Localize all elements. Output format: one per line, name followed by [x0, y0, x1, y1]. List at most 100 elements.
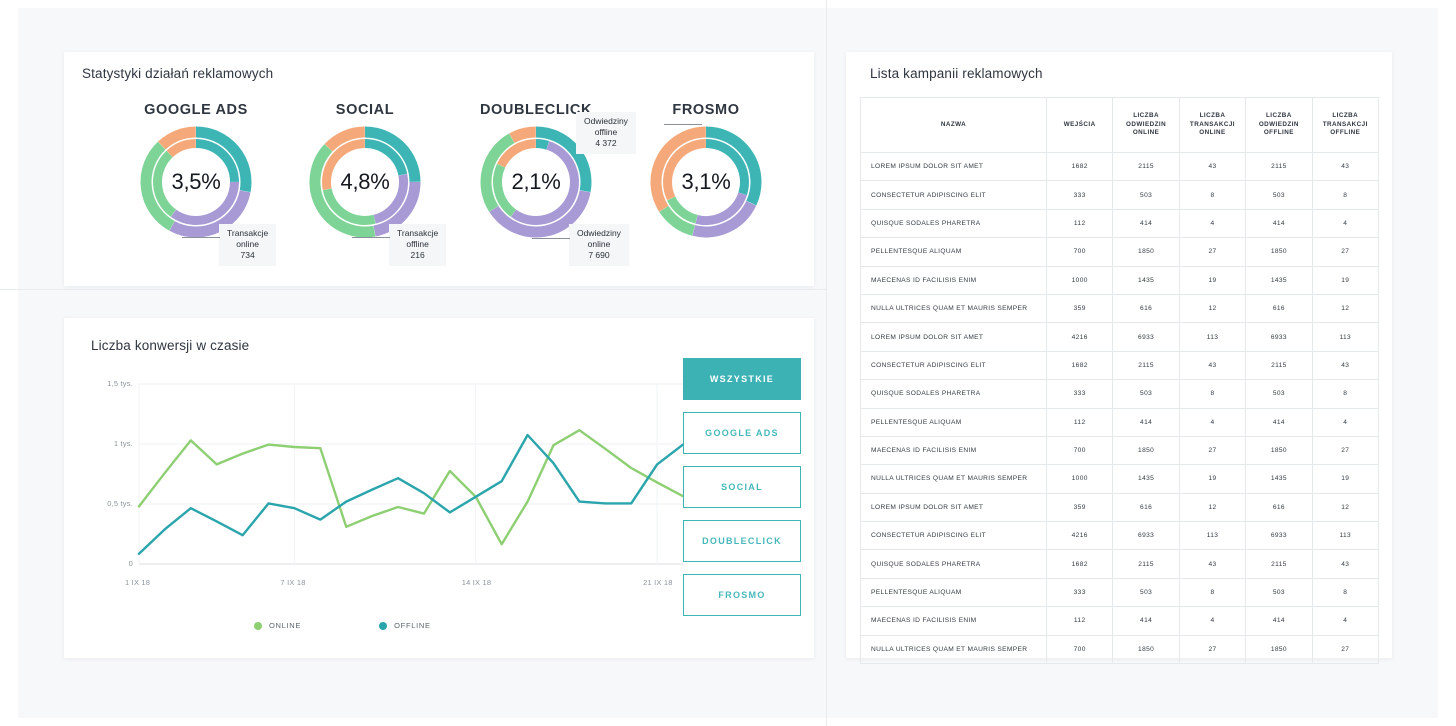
table-row[interactable]: NULLA ULTRICES QUAM ET MAURIS SEMPER 359 6… — [860, 293, 1379, 324]
table-cell-value: 1682 — [1045, 549, 1114, 579]
table-cell-value: 359 — [1045, 293, 1114, 324]
table-cell-value: 12 — [1178, 492, 1247, 523]
table-cell-value: 414 — [1112, 606, 1180, 636]
table-row[interactable]: QUISQUE SODALES PHARETRA 1682 2115 43 2115 43 — [860, 549, 1379, 579]
table-cell-value: 414 — [1245, 606, 1313, 636]
table-row[interactable]: NULLA ULTRICES QUAM ET MAURIS SEMPER 700 1… — [860, 634, 1379, 665]
table-cell-value: 414 — [1245, 208, 1313, 239]
table-cell-value: 2115 — [1245, 151, 1313, 182]
donut-segment-offline-transactions — [166, 139, 197, 158]
campaign-table-title: Lista kampanii reklamowych — [870, 66, 1043, 81]
table-cell-value: 414 — [1112, 208, 1180, 239]
donut-segment-online-visits — [535, 139, 550, 150]
line-series-online — [137, 429, 685, 546]
table-column-header: WEJŚCIA — [1045, 97, 1114, 153]
filter-button-frosmo[interactable]: FROSMO — [683, 574, 801, 616]
legend-color-dot — [254, 621, 262, 630]
table-cell-value: 503 — [1112, 577, 1180, 608]
table-cell-value: 1000 — [1045, 265, 1114, 295]
table-row[interactable]: CONSECTETUR ADIPISCING ELIT 1682 2115 43 211… — [860, 350, 1379, 381]
table-cell-value: 19 — [1311, 265, 1379, 295]
table-row[interactable]: QUISQUE SODALES PHARETRA 112 414 4 414 4 — [860, 208, 1379, 239]
table-cell-value: 113 — [1311, 521, 1379, 551]
legend-item-online: ONLINE — [254, 621, 301, 630]
table-cell-name: MAECENAS ID FACILISIS ENIM — [860, 265, 1047, 295]
table-column-header: LICZBA TRANSAKCJI OFFLINE — [1311, 97, 1379, 153]
table-cell-value: 113 — [1178, 322, 1247, 352]
table-cell-value: 4 — [1311, 606, 1379, 636]
table-cell-value: 503 — [1245, 577, 1313, 608]
donut-segment-offline-transactions — [509, 126, 537, 144]
legend-label: ONLINE — [269, 621, 302, 630]
table-cell-value: 2115 — [1112, 549, 1180, 579]
callout-leader-line — [664, 124, 702, 125]
table-row[interactable]: PELLENTESQUE ALIQUAM 700 1850 27 1850 27 — [860, 237, 1379, 267]
donut-segment-online-transactions — [510, 141, 579, 225]
table-cell-value: 503 — [1245, 379, 1313, 409]
table-cell-value: 2115 — [1245, 549, 1313, 579]
filter-button-social[interactable]: SOCIAL — [683, 466, 801, 508]
table-cell-value: 1850 — [1245, 237, 1313, 267]
table-cell-value: 12 — [1311, 492, 1379, 523]
table-cell-value: 1435 — [1112, 265, 1180, 295]
table-cell-name: NULLA ULTRICES QUAM ET MAURIS SEMPER — [860, 293, 1047, 324]
table-column-header: LICZBA ODWIEDZIN ONLINE — [1112, 97, 1180, 153]
table-cell-value: 4 — [1178, 208, 1247, 239]
table-row[interactable]: CONSECTETUR ADIPISCING ELIT 333 503 8 503 8 — [860, 180, 1379, 210]
table-cell-value: 6933 — [1112, 521, 1180, 551]
stats-card-title: Statystyki działań reklamowych — [82, 66, 274, 81]
table-row[interactable]: LOREM IPSUM DOLOR SIT AMET 1682 2115 43 2115… — [860, 151, 1379, 182]
table-cell-value: 43 — [1311, 151, 1379, 182]
campaign-filter-group[interactable]: WSZYSTKIE GOOGLE ADS SOCIAL DOUBLECLICK FROS… — [683, 358, 801, 628]
table-cell-value: 1000 — [1045, 464, 1114, 494]
table-cell-value: 616 — [1112, 492, 1180, 523]
table-row[interactable]: MAECENAS ID FACILISIS ENIM 1000 1435 19 1435… — [860, 265, 1379, 295]
donut-rings — [140, 126, 252, 238]
table-cell-name: LOREM IPSUM DOLOR SIT AMET — [860, 492, 1047, 523]
table-cell-value: 4216 — [1045, 521, 1114, 551]
callout-transakcje-online: Transakcje online 734 — [219, 224, 277, 266]
table-row[interactable]: MAECENAS ID FACILISIS ENIM 700 1850 27 1850 2… — [860, 435, 1379, 466]
table-cell-value: 27 — [1178, 237, 1247, 267]
filter-button-doubleclick[interactable]: DOUBLECLICK — [683, 520, 801, 562]
table-row[interactable]: NULLA ULTRICES QUAM ET MAURIS SEMPER 1000… — [860, 464, 1379, 494]
callout-transakcje-offline: Transakcje offline 216 — [389, 224, 447, 266]
table-cell-value: 700 — [1045, 634, 1114, 665]
table-cell-value: 1850 — [1112, 634, 1180, 665]
callout-leader-line — [352, 237, 390, 238]
table-row[interactable]: QUISQUE SODALES PHARETRA 333 503 8 503 8 — [860, 379, 1379, 409]
table-row[interactable]: LOREM IPSUM DOLOR SIT AMET 359 616 12 616 12 — [860, 492, 1379, 523]
campaign-table-head: NAZWA WEJŚCIA LICZBA ODWIEDZIN ONLINE LICZB… — [860, 97, 1379, 153]
table-cell-value: 1850 — [1112, 237, 1180, 267]
table-cell-value: 19 — [1178, 464, 1247, 494]
table-cell-value: 8 — [1178, 180, 1247, 210]
table-cell-value: 6933 — [1112, 322, 1180, 352]
table-cell-value: 616 — [1245, 293, 1313, 324]
table-cell-value: 503 — [1112, 180, 1180, 210]
filter-button-wszystkie[interactable]: WSZYSTKIE — [683, 358, 801, 400]
table-cell-value: 8 — [1311, 577, 1379, 608]
table-cell-value: 12 — [1178, 293, 1247, 324]
table-cell-value: 112 — [1045, 407, 1114, 437]
x-axis-tick-label: 21 IX 18 — [643, 578, 673, 587]
filter-button-google-ads[interactable]: GOOGLE ADS — [683, 412, 801, 454]
table-cell-value: 43 — [1178, 151, 1247, 182]
table-row[interactable]: LOREM IPSUM DOLOR SIT AMET 4216 6933 113 693… — [860, 322, 1379, 352]
table-cell-value: 27 — [1178, 435, 1247, 466]
donut-segment-offline-visits — [493, 163, 517, 217]
table-cell-value: 333 — [1045, 180, 1114, 210]
table-cell-value: 503 — [1112, 379, 1180, 409]
table-row[interactable]: CONSECTETUR ADIPISCING ELIT 4216 6933 113 69… — [860, 521, 1379, 551]
table-cell-value: 27 — [1311, 435, 1379, 466]
table-cell-value: 616 — [1112, 293, 1180, 324]
table-row[interactable]: PELLENTESQUE ALIQUAM 333 503 8 503 8 — [860, 577, 1379, 608]
line-chart-svg — [137, 383, 685, 565]
table-row[interactable]: PELLENTESQUE ALIQUAM 112 414 4 414 4 — [860, 407, 1379, 437]
table-cell-name: QUISQUE SODALES PHARETRA — [860, 379, 1047, 409]
line-chart-plot: 1,5 tys. 1 tys. 0,5 tys. 0 1 IX 18 7 IX 18 14… — [91, 378, 691, 608]
table-cell-name: PELLENTESQUE ALIQUAM — [860, 237, 1047, 267]
table-row[interactable]: MAECENAS ID FACILISIS ENIM 112 414 4 414 4 — [860, 606, 1379, 636]
campaign-table-card: Lista kampanii reklamowych NAZWA WEJŚCIA L… — [846, 52, 1392, 665]
y-axis-tick-label: 1,5 tys. — [107, 379, 133, 388]
table-cell-value: 112 — [1045, 606, 1114, 636]
